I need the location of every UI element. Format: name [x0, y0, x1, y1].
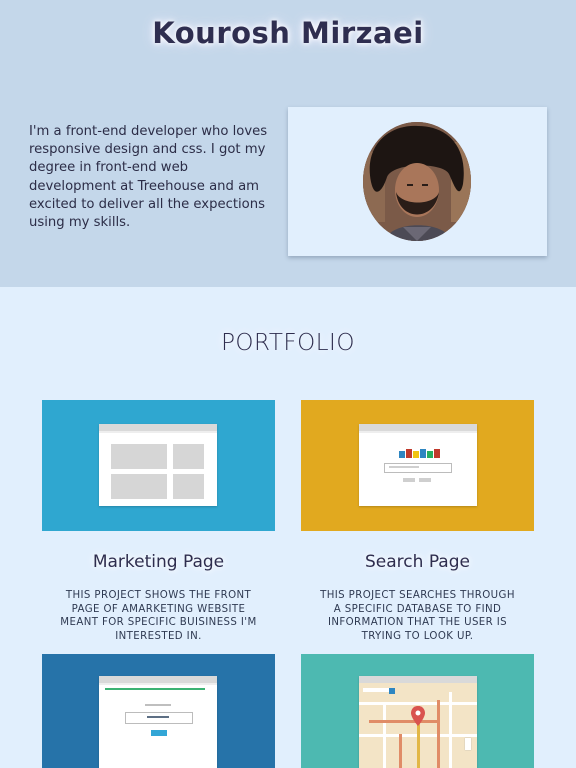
profile-photo-card	[288, 107, 547, 256]
project-title-search[interactable]: Search Page	[301, 552, 534, 572]
map-pin-icon	[411, 706, 425, 726]
bio-text: I'm a front-end developer who loves resp…	[29, 124, 268, 231]
project-thumbnail-map[interactable]	[301, 654, 534, 768]
avatar	[363, 122, 471, 241]
map-icon	[359, 676, 477, 768]
project-desc-search: This project searches through a specific…	[320, 590, 515, 642]
project-desc-marketing: This project shows the front page of ama…	[60, 590, 257, 642]
project-thumbnail-marketing[interactable]	[42, 400, 275, 531]
project-thumbnail-search[interactable]	[301, 400, 534, 531]
project-thumbnail-form[interactable]	[42, 654, 275, 768]
search-page-icon	[359, 424, 477, 506]
site-title: Kourosh Mirzaei	[152, 16, 424, 50]
project-title-marketing[interactable]: Marketing Page	[42, 552, 275, 572]
header: Kourosh Mirzaei I'm a front-end develope…	[0, 0, 576, 287]
avatar-photo-icon	[363, 122, 471, 241]
website-layout-icon	[99, 424, 217, 506]
login-form-icon	[99, 676, 217, 768]
portfolio-heading: PORTFOLIO	[221, 330, 355, 356]
